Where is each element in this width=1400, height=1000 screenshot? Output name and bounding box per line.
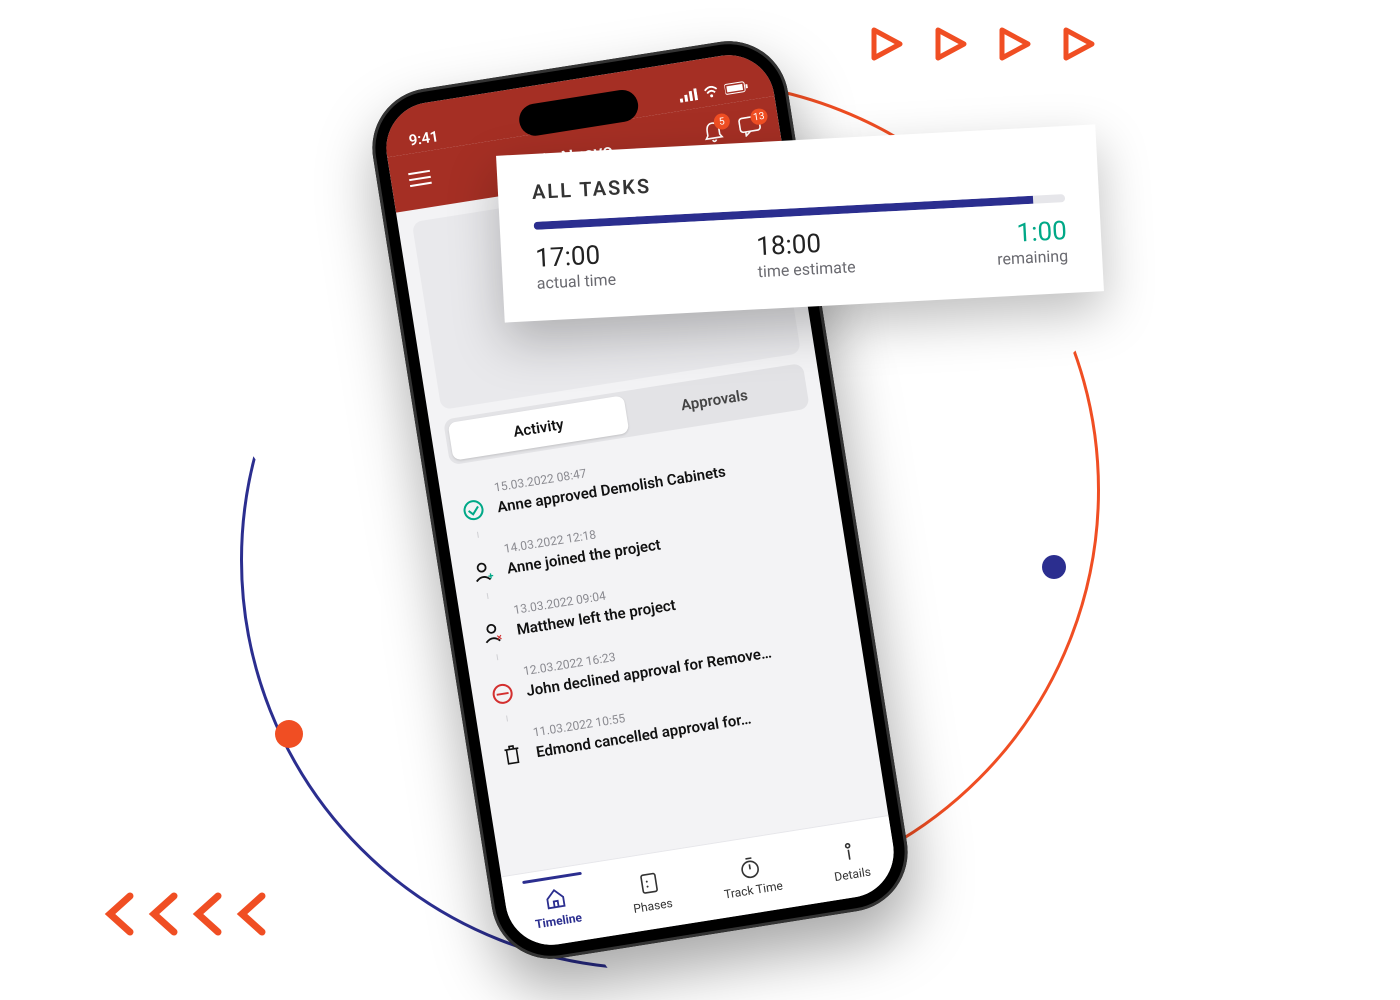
dot-orange xyxy=(275,720,303,748)
estimate-label: time estimate xyxy=(757,257,856,281)
user-minus-icon: × xyxy=(479,619,506,646)
info-icon xyxy=(835,837,862,864)
chevron-row xyxy=(100,890,272,938)
dot-blue xyxy=(1042,555,1066,579)
nav-phases[interactable]: Phases xyxy=(626,858,673,916)
battery-icon xyxy=(724,78,751,100)
nav-label: Phases xyxy=(632,895,673,915)
nav-details[interactable]: Details xyxy=(827,827,871,884)
tasks-heading: ALL TASKS xyxy=(531,152,1064,204)
remaining-value: 1:00 xyxy=(995,216,1067,250)
estimate-metric: 18:00 time estimate xyxy=(756,227,856,281)
clipboard-icon xyxy=(636,869,663,896)
trash-icon xyxy=(499,741,526,768)
activity-feed: 15.03.2022 08:47 Anne approved Demolish … xyxy=(453,424,859,777)
stopwatch-icon xyxy=(736,853,763,880)
chat-icon[interactable]: 13 xyxy=(737,115,762,142)
svg-text:×: × xyxy=(496,632,503,644)
remaining-label: remaining xyxy=(997,246,1069,269)
denied-icon xyxy=(489,680,516,707)
menu-icon[interactable] xyxy=(408,169,433,192)
nav-label: Timeline xyxy=(534,910,583,931)
nav-timeline[interactable]: Timeline xyxy=(528,872,583,931)
nav-label: Details xyxy=(833,864,871,884)
actual-time-label: actual time xyxy=(536,270,616,293)
wifi-icon xyxy=(702,83,721,103)
nav-track-time[interactable]: Track Time xyxy=(717,840,784,901)
actual-time-value: 17:00 xyxy=(535,240,616,274)
tab-activity[interactable]: Activity xyxy=(448,395,630,460)
svg-text:+: + xyxy=(487,571,495,583)
actual-time-metric: 17:00 actual time xyxy=(535,240,617,293)
triangle-row xyxy=(870,26,1098,62)
remaining-metric: 1:00 remaining xyxy=(995,216,1068,269)
all-tasks-card: ALL TASKS 17:00 actual time 18:00 time e… xyxy=(496,124,1104,322)
signal-icon xyxy=(678,86,699,107)
tab-approvals[interactable]: Approvals xyxy=(623,367,805,432)
home-icon xyxy=(541,884,568,911)
check-circle-icon xyxy=(460,496,487,523)
user-plus-icon: + xyxy=(470,558,497,585)
status-time: 9:41 xyxy=(408,127,440,149)
nav-label: Track Time xyxy=(723,878,784,901)
